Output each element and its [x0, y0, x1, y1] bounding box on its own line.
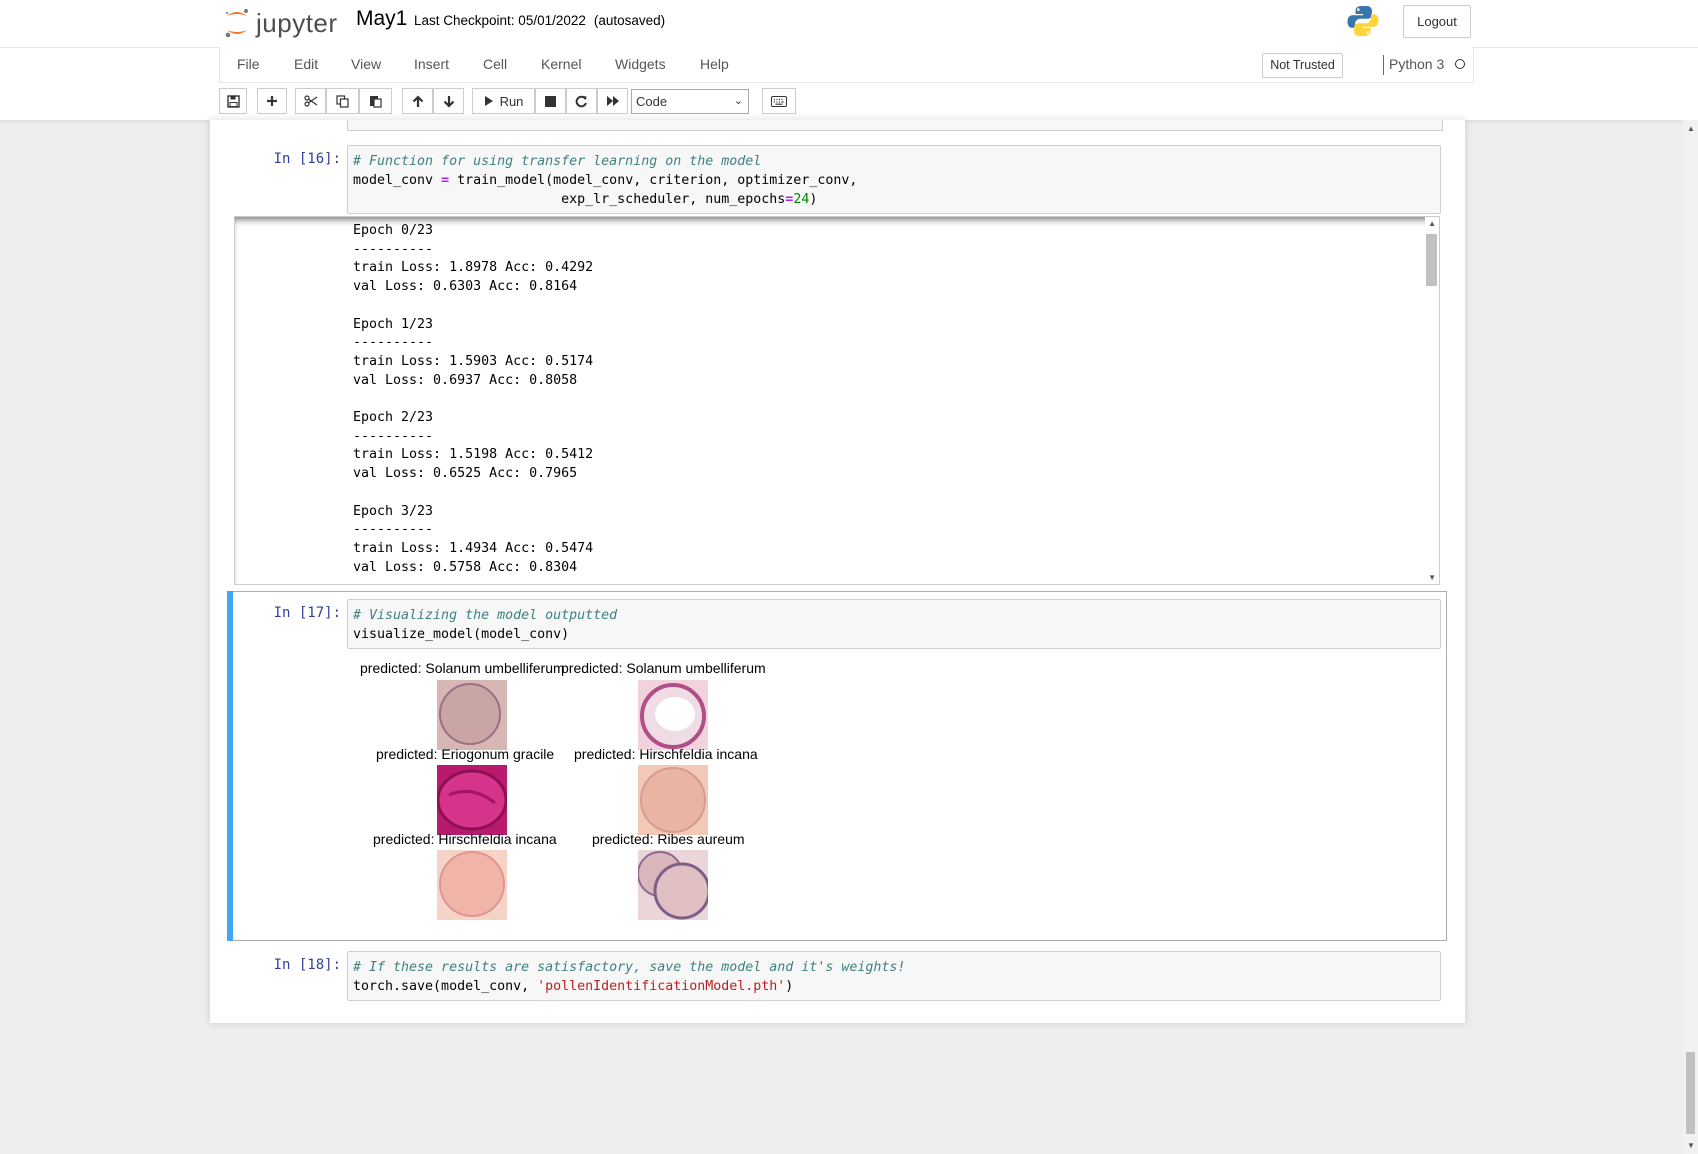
- kernel-idle-indicator-icon: [1455, 59, 1465, 69]
- arrow-down-icon: [443, 95, 454, 108]
- cell-16-code-b: train_model(model_conv, criterion, optim…: [449, 173, 858, 188]
- scroll-up-icon[interactable]: ▲: [1428, 219, 1436, 228]
- notebook-header: jupyter May1 Last Checkpoint: 05/01/2022…: [0, 0, 1698, 121]
- menu-help[interactable]: Help: [700, 56, 729, 72]
- cell-16-code-a: model_conv: [353, 173, 442, 188]
- pollen-image: [638, 680, 708, 750]
- cell-16-comment: # Function for using transfer learning o…: [353, 154, 762, 169]
- chevron-down-icon: ⌄: [733, 95, 743, 107]
- cell-18-comment: # If these results are satisfactory, sav…: [353, 960, 906, 975]
- cut-button[interactable]: [295, 88, 326, 114]
- checkpoint-text: Last Checkpoint: 05/01/2022: [414, 13, 586, 28]
- restart-button[interactable]: [566, 88, 597, 114]
- move-down-button[interactable]: [433, 88, 464, 114]
- copy-icon: [336, 94, 349, 108]
- selected-cell-indicator: [227, 591, 233, 941]
- prediction-title: predicted: Ribes aureum: [592, 831, 745, 847]
- autosaved-text: (autosaved): [593, 13, 666, 28]
- menu-insert[interactable]: Insert: [414, 56, 449, 72]
- jupyter-logo-text: jupyter: [256, 7, 338, 38]
- prediction-title: predicted: Solanum umbelliferum: [561, 660, 766, 676]
- jupyter-logo[interactable]: jupyter: [224, 4, 338, 42]
- restart-icon: [575, 95, 587, 107]
- cell-16-input[interactable]: # Function for using transfer learning o…: [347, 145, 1441, 214]
- restart-run-all-button[interactable]: [597, 88, 628, 114]
- python-logo-icon: [1347, 6, 1379, 36]
- cell-16-output-scroll[interactable]: Epoch 0/23 ---------- train Loss: 1.8978…: [234, 216, 1440, 585]
- cell-type-value: Code: [636, 94, 668, 109]
- interrupt-button[interactable]: [535, 88, 566, 114]
- cell-16-code-d: ): [809, 192, 818, 207]
- pollen-image: [638, 765, 708, 835]
- top-bar: jupyter May1 Last Checkpoint: 05/01/2022…: [0, 0, 1698, 48]
- paste-icon: [370, 96, 382, 108]
- menu-view[interactable]: View: [351, 56, 381, 72]
- cell-17-code: visualize_model(model_conv): [353, 627, 570, 642]
- page-scroll-down-icon[interactable]: ▼: [1687, 1141, 1695, 1150]
- pollen-image: [437, 850, 507, 920]
- page-scroll-up-icon[interactable]: ▲: [1687, 124, 1695, 133]
- prediction-title: predicted: Eriogonum gracile: [376, 746, 555, 762]
- prediction-title: predicted: Hirschfeldia incana: [373, 831, 557, 847]
- pollen-image: [437, 680, 507, 750]
- not-trusted-button[interactable]: Not Trusted: [1262, 53, 1343, 78]
- menu-cell[interactable]: Cell: [483, 56, 507, 72]
- run-label: Run: [499, 93, 524, 109]
- scroll-down-icon[interactable]: ▼: [1428, 573, 1436, 582]
- prediction-title: predicted: Hirschfeldia incana: [574, 746, 758, 762]
- menu-edit[interactable]: Edit: [294, 56, 318, 72]
- arrow-up-icon: [412, 94, 423, 107]
- paste-button[interactable]: [359, 88, 392, 114]
- copy-button[interactable]: [326, 88, 359, 114]
- cell-18-prompt: In [18]:: [273, 957, 341, 973]
- cell-18-input[interactable]: # If these results are satisfactory, sav…: [347, 951, 1441, 1001]
- cell-18-string: 'pollenIdentificationModel.pth': [537, 979, 786, 994]
- prediction-title: predicted: Solanum umbelliferum: [360, 660, 565, 676]
- cell-16-output-text: Epoch 0/23 ---------- train Loss: 1.8978…: [353, 223, 594, 575]
- plus-icon: [267, 96, 277, 106]
- move-up-button[interactable]: [402, 88, 433, 114]
- output-scrollbar[interactable]: ▲ ▼: [1425, 217, 1439, 584]
- stop-icon: [545, 95, 556, 107]
- kernel-name: Python 3: [1389, 56, 1445, 72]
- output-scroll-thumb[interactable]: [1426, 234, 1437, 286]
- cell-16-prompt: In [16]:: [273, 151, 341, 167]
- jupyter-logo-icon: [225, 9, 248, 38]
- command-palette-button[interactable]: [762, 88, 796, 114]
- cell-17-input[interactable]: # Visualizing the model outputted visual…: [347, 599, 1441, 649]
- insert-cell-button[interactable]: [257, 88, 287, 114]
- logout-button[interactable]: Logout: [1403, 5, 1471, 38]
- cell-18-code-a: torch.save(model_conv,: [353, 979, 538, 994]
- cell-17-prompt: In [17]:: [273, 605, 341, 621]
- cell-16-code-c: exp_lr_scheduler, num_epochs: [353, 192, 786, 207]
- scissors-icon: [303, 95, 317, 107]
- pollen-image: [638, 850, 708, 920]
- cell-16-op: =: [441, 173, 450, 188]
- play-icon: [484, 96, 493, 106]
- menu-widgets[interactable]: Widgets: [615, 56, 666, 72]
- page-scrollbar[interactable]: ▲ ▼: [1683, 120, 1698, 1154]
- save-icon: [226, 94, 240, 108]
- checkpoint-status: Last Checkpoint: 05/01/2022 (autosaved): [414, 13, 665, 28]
- keyboard-icon: [771, 95, 787, 107]
- notebook-name[interactable]: May1: [356, 7, 407, 31]
- cell-type-select[interactable]: Code ⌄: [631, 89, 749, 114]
- previous-cell-input[interactable]: [347, 120, 1443, 131]
- cell-18-code-b: ): [785, 979, 794, 994]
- run-button[interactable]: Run: [472, 88, 535, 114]
- prediction-grid: predicted: Solanum umbelliferum predicte…: [360, 660, 790, 920]
- kernel-separator: [1383, 55, 1384, 75]
- fast-forward-icon: [606, 96, 619, 106]
- menu-kernel[interactable]: Kernel: [541, 56, 581, 72]
- save-button[interactable]: [219, 88, 247, 114]
- menu-file[interactable]: File: [237, 56, 260, 72]
- pollen-image: [437, 765, 507, 835]
- cell-17-comment: # Visualizing the model outputted: [353, 608, 618, 623]
- page-scroll-thumb[interactable]: [1686, 1052, 1695, 1134]
- cell-16-num: 24: [793, 192, 810, 207]
